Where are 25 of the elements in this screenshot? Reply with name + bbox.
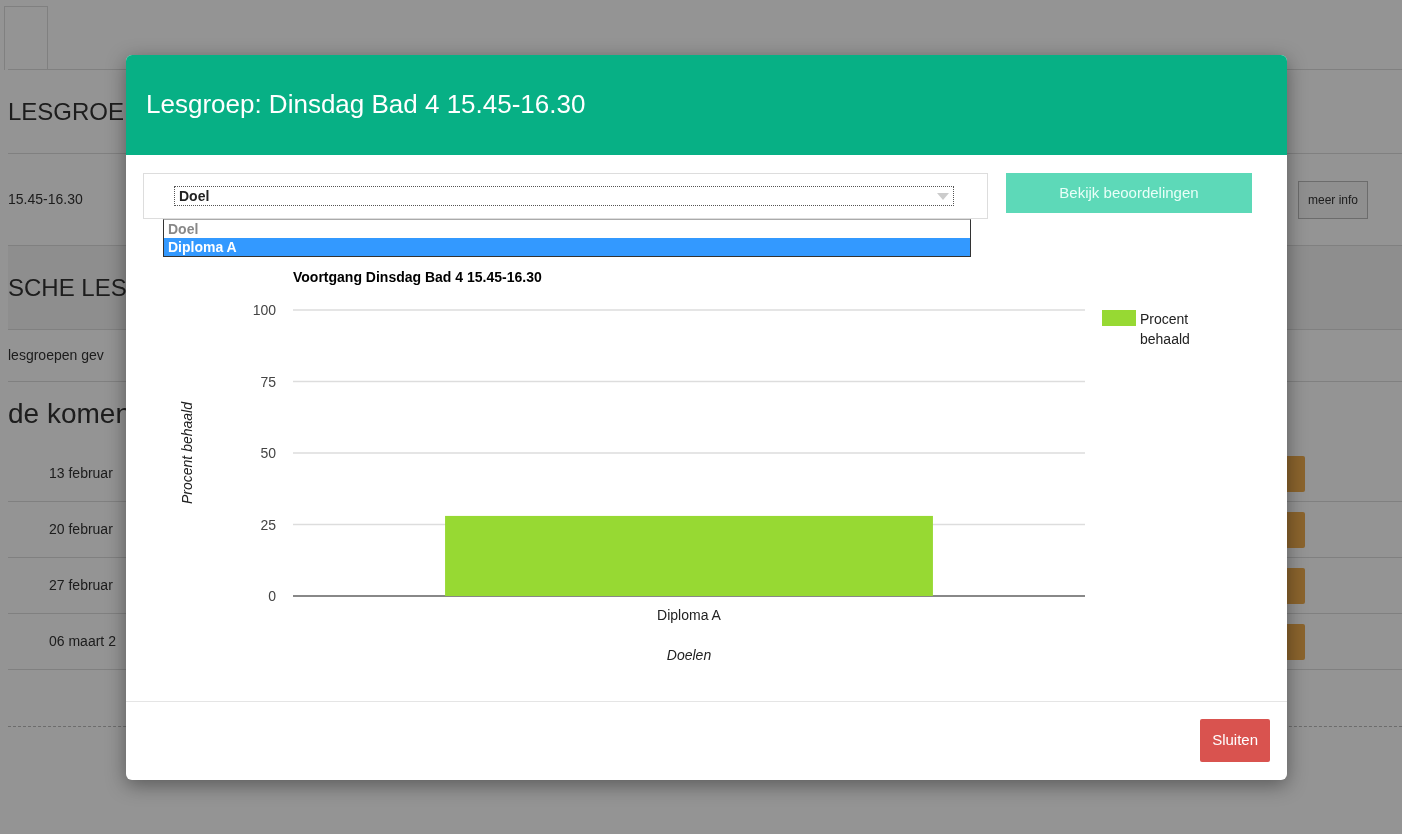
lesson-date: 06 maart 2 — [49, 632, 116, 651]
x-category-label: Diploma A — [657, 607, 721, 623]
more-info-button[interactable]: meer info — [1297, 180, 1368, 219]
lesson-date: 20 februar — [49, 520, 113, 539]
section-heading: LESGROE — [8, 96, 125, 127]
legend-label: Procent behaald — [1140, 311, 1190, 347]
y-tick-label: 75 — [260, 373, 276, 390]
lesson-date: 13 februar — [49, 464, 113, 483]
x-axis-title: Doelen — [666, 647, 712, 663]
y-tick-label: 100 — [252, 302, 276, 318]
section-heading: SCHE LES — [8, 272, 127, 303]
y-axis-title: Procent behaald — [179, 402, 195, 504]
legend-swatch — [1102, 310, 1136, 326]
lesson-date: 27 februar — [49, 576, 113, 595]
notice-text: lesgroepen gev — [8, 346, 104, 365]
dropdown-caret-icon — [937, 192, 949, 200]
chart-title: Voortgang Dinsdag Bad 4 15.45-16.30 — [293, 269, 542, 285]
group-time: 15.45-16.30 — [8, 190, 83, 209]
dropdown-option[interactable]: Diploma A — [164, 238, 970, 256]
y-tick-label: 50 — [260, 445, 276, 461]
close-button[interactable]: Sluiten — [1200, 719, 1270, 762]
y-tick-label: 0 — [268, 588, 276, 604]
goal-select[interactable]: Doel — [174, 186, 954, 206]
modal-title: Lesgroep: Dinsdag Bad 4 15.45-16.30 — [146, 89, 586, 121]
y-tick-label: 25 — [260, 516, 276, 533]
